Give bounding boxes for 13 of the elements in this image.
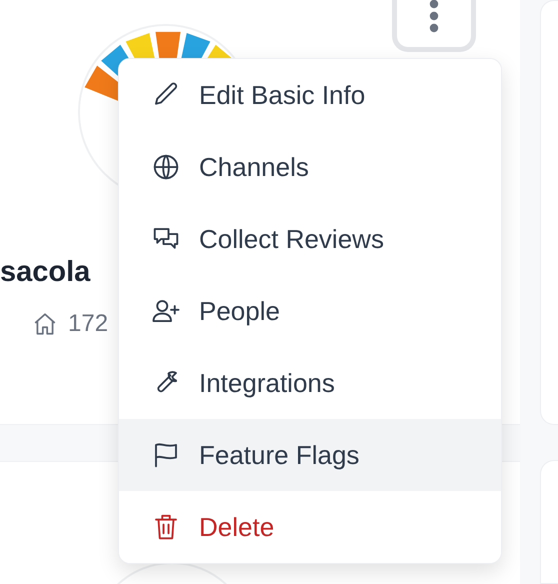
profile-name: sacola bbox=[0, 255, 92, 290]
more-button[interactable] bbox=[392, 0, 476, 52]
menu-item[interactable]: Feature Flags bbox=[119, 419, 501, 491]
menu-item[interactable]: Channels bbox=[119, 131, 501, 203]
menu-item[interactable]: Collect Reviews bbox=[119, 203, 501, 275]
menu-item[interactable]: Integrations bbox=[119, 347, 501, 419]
menu-item[interactable]: People bbox=[119, 275, 501, 347]
globe-icon bbox=[151, 152, 181, 182]
home-icon bbox=[32, 310, 58, 337]
menu-item[interactable]: Edit Basic Info bbox=[119, 59, 501, 131]
stat-count: 172 bbox=[68, 308, 108, 339]
menu-item[interactable]: Delete bbox=[119, 491, 501, 563]
dots-icon bbox=[429, 0, 439, 33]
